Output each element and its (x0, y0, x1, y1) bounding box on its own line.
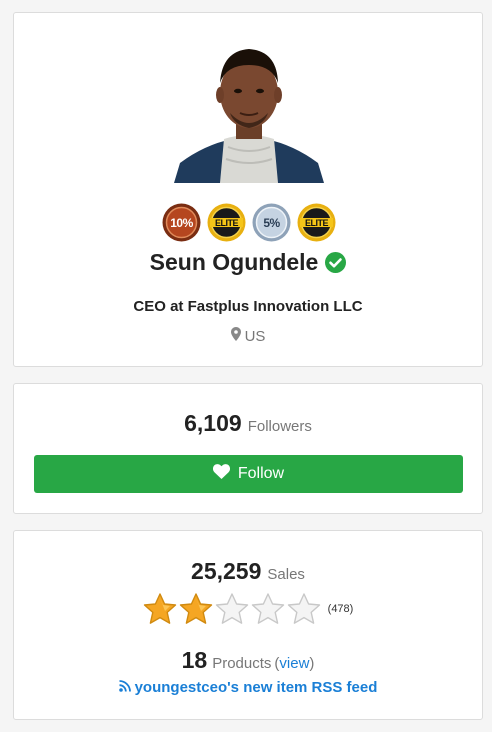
elite-badge-icon[interactable]: ELITE (297, 203, 336, 242)
products-label: Products (212, 655, 272, 672)
profile-card: 10% ELITE 5% ELITE Seun Ogundele CEO at … (13, 12, 483, 367)
map-marker-icon (230, 327, 241, 345)
follow-card: 6,109 Followers Follow (13, 383, 483, 514)
rating-count: (478) (327, 603, 354, 615)
followers-label: Followers (247, 418, 312, 435)
top-5-percent-badge-icon[interactable]: 5% (252, 203, 291, 242)
stats-card: 25,259 Sales (478) 18 Products (view) yo… (13, 530, 483, 720)
star-empty-icon (251, 592, 285, 626)
heart-icon (212, 464, 230, 484)
sales-label: Sales (267, 566, 305, 583)
rss-feed-link[interactable]: youngestceo's new item RSS feed (14, 679, 482, 696)
star-filled-icon (143, 592, 177, 626)
top-10-percent-badge-icon[interactable]: 10% (162, 203, 201, 242)
badge-label: ELITE (304, 217, 329, 228)
sales-count: 25,259 (191, 558, 262, 584)
products-row: 18 Products (view) (14, 647, 482, 674)
followers-count: 6,109 (184, 410, 242, 436)
rss-icon (118, 679, 131, 696)
badge-label: 10% (170, 215, 193, 230)
rating-stars (143, 592, 321, 626)
sales-row: 25,259 Sales (14, 558, 482, 585)
star-empty-icon (215, 592, 249, 626)
location-text: US (244, 327, 266, 345)
followers-row: 6,109 Followers (14, 410, 482, 437)
star-empty-icon (287, 592, 321, 626)
follow-button[interactable]: Follow (34, 455, 463, 493)
badge-label: 5% (263, 215, 280, 230)
products-count: 18 (181, 647, 208, 673)
star-filled-icon (179, 592, 213, 626)
elite-badge-icon[interactable]: ELITE (207, 203, 246, 242)
view-paren-close: ) (309, 655, 315, 672)
badge-label: ELITE (214, 217, 239, 228)
rating-row: (478) (14, 592, 482, 626)
name-row: Seun Ogundele (14, 249, 482, 276)
badges-row: 10% ELITE 5% ELITE (162, 203, 336, 243)
location: US (14, 327, 482, 345)
profile-name[interactable]: Seun Ogundele (150, 249, 319, 276)
rss-feed-label: youngestceo's new item RSS feed (134, 679, 378, 696)
verified-check-icon (325, 252, 347, 273)
view-products-link[interactable]: view (279, 655, 309, 672)
profile-title: CEO at Fastplus Innovation LLC (133, 298, 363, 315)
avatar[interactable] (174, 35, 324, 183)
follow-button-label: Follow (237, 465, 285, 482)
